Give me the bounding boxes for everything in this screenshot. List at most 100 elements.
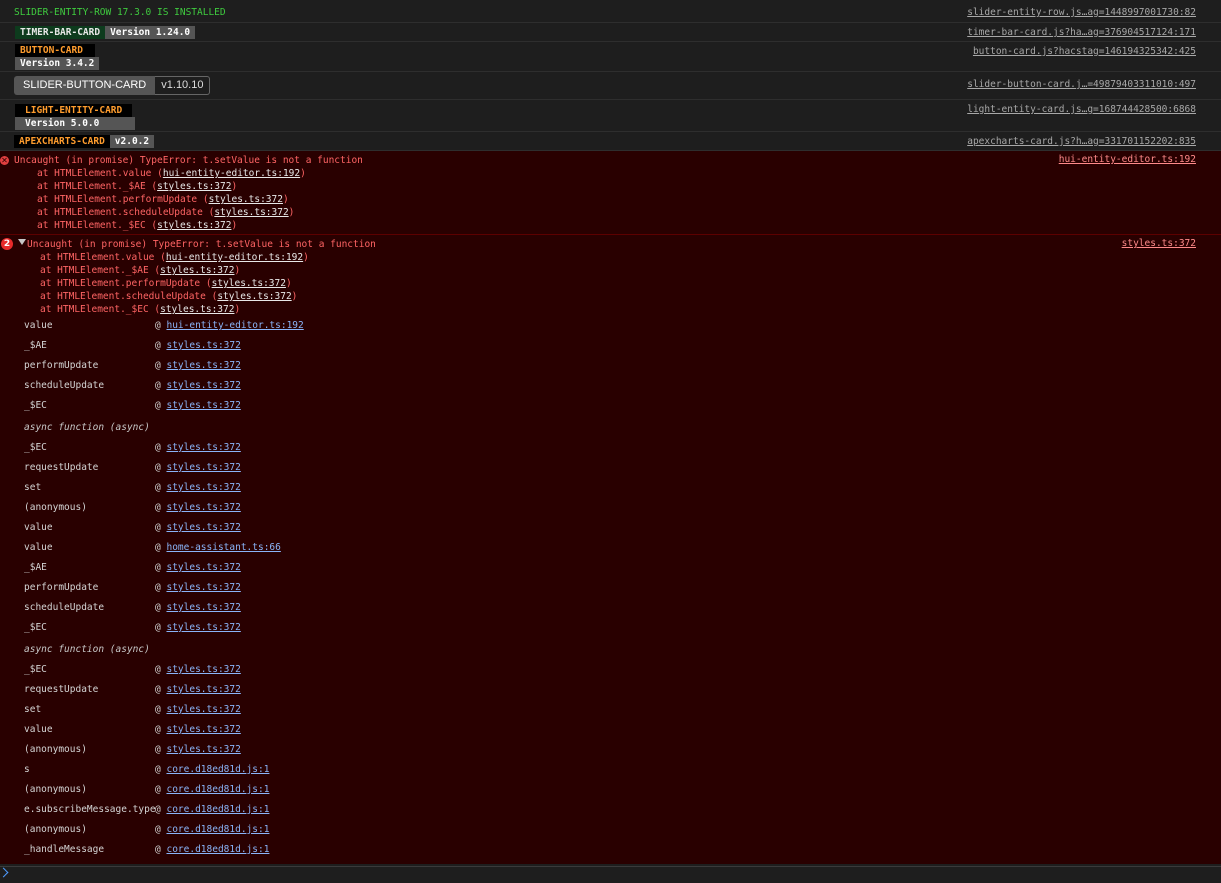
badge-group: SLIDER-BUTTON-CARD v1.10.10: [14, 76, 211, 95]
console-message-apexcharts-card: APEXCHARTS-CARD v2.0.2 apexcharts-card.js…: [0, 132, 1221, 151]
frame-link[interactable]: hui-entity-editor.ts:192: [166, 252, 303, 263]
stack-frame: _$EC @ styles.ts:372: [24, 400, 241, 411]
console-message-light-entity-card: LIGHT-ENTITY-CARD Version 5.0.0 light-en…: [0, 100, 1221, 132]
stack-frame-link[interactable]: core.d18ed81d.js:1: [166, 844, 269, 855]
badge-version: Version 5.0.0: [15, 117, 135, 130]
stack-frame: _$AE @ styles.ts:372: [24, 562, 241, 573]
badge-version: Version 3.4.2: [15, 57, 100, 70]
source-link[interactable]: hui-entity-editor.ts:192: [1059, 154, 1196, 165]
error-frame: at HTMLElement._$EC (styles.ts:372): [37, 220, 238, 231]
stack-frame: set @ styles.ts:372: [24, 704, 241, 715]
stack-frame-link[interactable]: hui-entity-editor.ts:192: [166, 320, 303, 331]
error-x-icon: ✕: [0, 156, 9, 165]
async-separator: async function (async): [24, 422, 150, 433]
frame-link[interactable]: styles.ts:372: [160, 304, 234, 315]
stack-frame: _$EC @ styles.ts:372: [24, 664, 241, 675]
console-message-slider-button-card: SLIDER-BUTTON-CARD v1.10.10 slider-button…: [0, 72, 1221, 100]
expand-caret-icon[interactable]: [18, 239, 26, 245]
stack-frame: (anonymous) @ styles.ts:372: [24, 502, 241, 513]
source-link[interactable]: button-card.js?hacstag=146194325342:425: [973, 46, 1196, 57]
source-link[interactable]: timer-bar-card.js?ha…ag=376904517124:171: [967, 27, 1196, 38]
stack-frame-link[interactable]: styles.ts:372: [166, 482, 240, 493]
stack-frame: _$EC @ styles.ts:372: [24, 622, 241, 633]
stack-frame: performUpdate @ styles.ts:372: [24, 582, 241, 593]
stack-frame-link[interactable]: styles.ts:372: [166, 442, 240, 453]
stack-frame: requestUpdate @ styles.ts:372: [24, 462, 241, 473]
stack-frame-link[interactable]: styles.ts:372: [166, 562, 240, 573]
frame-link[interactable]: styles.ts:372: [157, 220, 231, 231]
stack-frame-link[interactable]: home-assistant.ts:66: [166, 542, 280, 553]
stack-frame-link[interactable]: styles.ts:372: [166, 462, 240, 473]
error-frame: at HTMLElement.value (hui-entity-editor.…: [37, 168, 306, 179]
badge-group: BUTTON-CARD Version 3.4.2: [15, 44, 100, 70]
stack-frame-link[interactable]: core.d18ed81d.js:1: [166, 784, 269, 795]
stack-frame-link[interactable]: styles.ts:372: [166, 622, 240, 633]
stack-frame: set @ styles.ts:372: [24, 482, 241, 493]
stack-frame: _$AE @ styles.ts:372: [24, 340, 241, 351]
stack-frame-link[interactable]: styles.ts:372: [166, 360, 240, 371]
stack-frame: _handleMessage @ core.d18ed81d.js:1: [24, 844, 270, 855]
source-link[interactable]: apexcharts-card.js?h…ag=331701152202:835: [967, 136, 1196, 147]
stack-frame-link[interactable]: styles.ts:372: [166, 400, 240, 411]
console-error-2[interactable]: 2 Uncaught (in promise) TypeError: t.set…: [0, 235, 1221, 316]
stack-frame: (anonymous) @ core.d18ed81d.js:1: [24, 824, 270, 835]
stack-frame-link[interactable]: styles.ts:372: [166, 522, 240, 533]
console-message-button-card: BUTTON-CARD Version 3.4.2 button-card.js…: [0, 42, 1221, 72]
badge-name: APEXCHARTS-CARD: [14, 135, 110, 148]
stack-frame: scheduleUpdate @ styles.ts:372: [24, 380, 241, 391]
error-frame: at HTMLElement._$AE (styles.ts:372): [40, 265, 241, 276]
stack-frame: performUpdate @ styles.ts:372: [24, 360, 241, 371]
error-frame: at HTMLElement.value (hui-entity-editor.…: [40, 252, 309, 263]
console-message-slider-entity-row: SLIDER-ENTITY-ROW 17.3.0 IS INSTALLED sl…: [0, 0, 1221, 23]
source-link[interactable]: styles.ts:372: [1122, 238, 1196, 249]
repeat-count-badge: 2: [1, 238, 13, 250]
stack-frame-link[interactable]: styles.ts:372: [166, 602, 240, 613]
badge-group: APEXCHARTS-CARD v2.0.2: [14, 135, 155, 148]
frame-link[interactable]: styles.ts:372: [209, 194, 283, 205]
stack-frame-link[interactable]: styles.ts:372: [166, 380, 240, 391]
stack-frame-link[interactable]: styles.ts:372: [166, 340, 240, 351]
stack-frame-link[interactable]: styles.ts:372: [166, 704, 240, 715]
frame-link[interactable]: styles.ts:372: [212, 278, 286, 289]
source-link[interactable]: slider-button-card.j…=49879403311010:497: [967, 79, 1196, 90]
stack-frame: value @ styles.ts:372: [24, 724, 241, 735]
error-frame: at HTMLElement._$AE (styles.ts:372): [37, 181, 238, 192]
badge-version: Version 1.24.0: [105, 26, 196, 39]
source-link[interactable]: slider-entity-row.js…ag=1448997001730:82: [967, 7, 1196, 18]
source-link[interactable]: light-entity-card.js…g=168744428500:6868: [967, 104, 1196, 115]
stack-frame-link[interactable]: styles.ts:372: [166, 502, 240, 513]
console-message-timer-bar-card: TIMER-BAR-CARD Version 1.24.0 timer-bar-c…: [0, 23, 1221, 42]
badge-name: BUTTON-CARD: [15, 44, 95, 57]
stack-frame-link[interactable]: styles.ts:372: [166, 582, 240, 593]
stack-frame-link[interactable]: styles.ts:372: [166, 684, 240, 695]
frame-link[interactable]: styles.ts:372: [160, 265, 234, 276]
error-message: Uncaught (in promise) TypeError: t.setVa…: [14, 155, 363, 166]
stack-frame: value @ home-assistant.ts:66: [24, 542, 281, 553]
stack-frame-link[interactable]: styles.ts:372: [166, 724, 240, 735]
badge-name: SLIDER-BUTTON-CARD: [14, 76, 156, 95]
badge-group: LIGHT-ENTITY-CARD Version 5.0.0: [15, 104, 135, 130]
badge-version: v2.0.2: [109, 135, 155, 148]
error-frame: at HTMLElement.scheduleUpdate (styles.ts…: [40, 291, 298, 302]
frame-link[interactable]: styles.ts:372: [217, 291, 291, 302]
frame-link[interactable]: styles.ts:372: [214, 207, 288, 218]
async-separator: async function (async): [24, 644, 150, 655]
console-input[interactable]: [0, 866, 1221, 883]
stack-frame: s @ core.d18ed81d.js:1: [24, 764, 270, 775]
stack-frame-link[interactable]: core.d18ed81d.js:1: [166, 804, 269, 815]
stack-frame-link[interactable]: styles.ts:372: [166, 664, 240, 675]
stack-frame-link[interactable]: core.d18ed81d.js:1: [166, 764, 269, 775]
stack-frame-link[interactable]: styles.ts:372: [166, 744, 240, 755]
error-frame: at HTMLElement._$EC (styles.ts:372): [40, 304, 241, 315]
badge-name: TIMER-BAR-CARD: [15, 26, 106, 39]
stack-frame-link[interactable]: core.d18ed81d.js:1: [166, 824, 269, 835]
frame-link[interactable]: hui-entity-editor.ts:192: [163, 168, 300, 179]
stack-frame: (anonymous) @ core.d18ed81d.js:1: [24, 784, 270, 795]
stack-frame: (anonymous) @ styles.ts:372: [24, 744, 241, 755]
stack-frame: _$EC @ styles.ts:372: [24, 442, 241, 453]
error-frame: at HTMLElement.performUpdate (styles.ts:…: [37, 194, 289, 205]
error-frame: at HTMLElement.scheduleUpdate (styles.ts…: [37, 207, 295, 218]
console-error-1: ✕ Uncaught (in promise) TypeError: t.set…: [0, 151, 1221, 235]
frame-link[interactable]: styles.ts:372: [157, 181, 231, 192]
installed-message: SLIDER-ENTITY-ROW 17.3.0 IS INSTALLED: [14, 7, 226, 18]
